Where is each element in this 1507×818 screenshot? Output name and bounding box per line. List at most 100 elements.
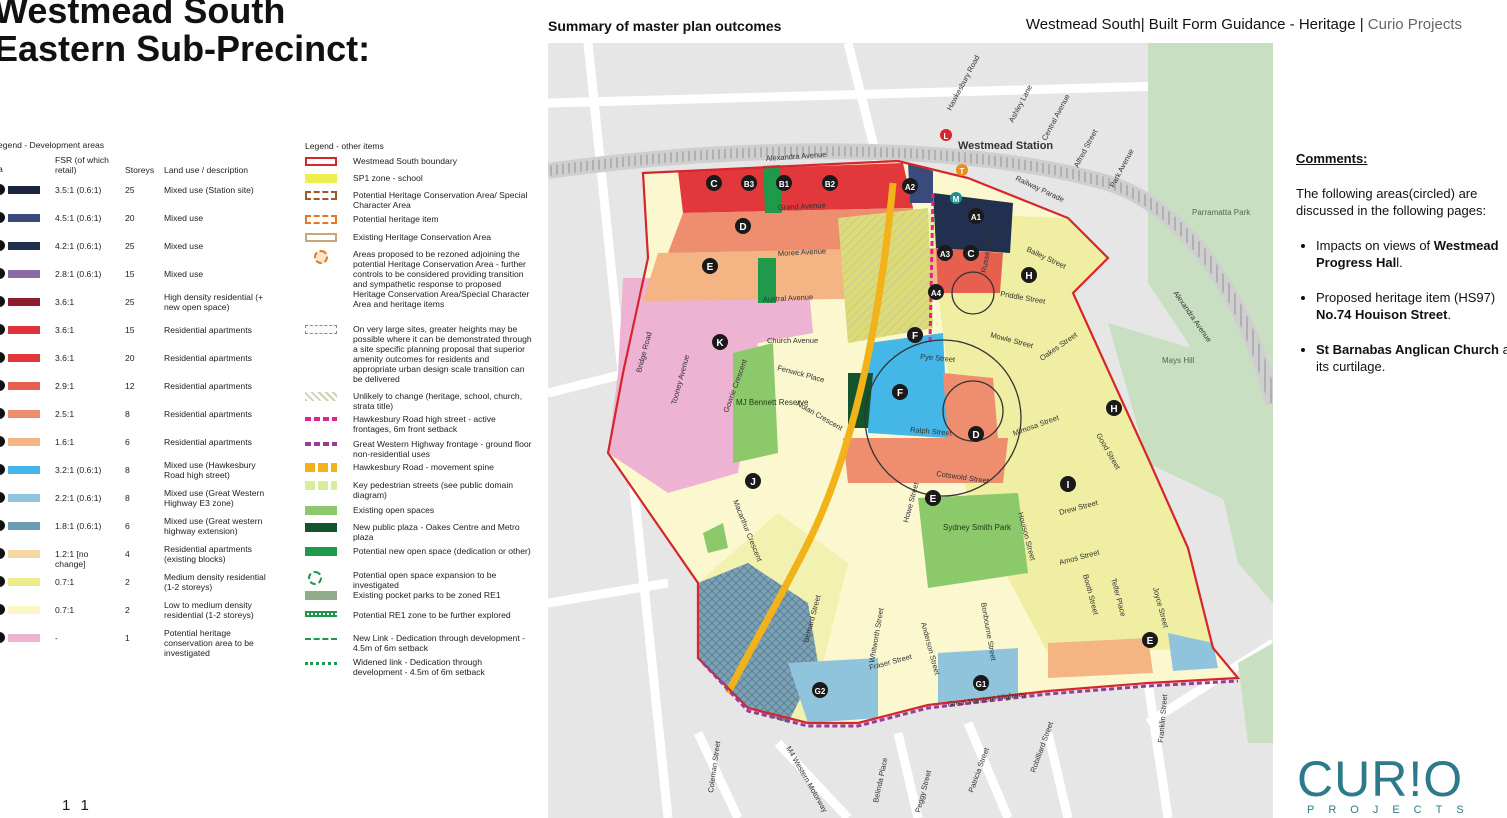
- legend-other-row: Existing pocket parks to be zoned RE1: [305, 590, 540, 602]
- marker-g2: G2: [812, 682, 828, 698]
- header-sep-2: |: [1359, 16, 1364, 33]
- legend-other-text: New Link - Dedication through developmen…: [353, 633, 525, 653]
- legend-other-items: Legend - other items Westmead South boun…: [0, 140, 540, 680]
- legend-other-text: New public plaza - Oakes Centre and Metr…: [353, 522, 520, 542]
- yellow-swatch-icon: [305, 174, 337, 183]
- svg-text:F: F: [912, 331, 918, 342]
- svg-text:B3: B3: [744, 180, 755, 189]
- marker-metro-m: M: [950, 192, 962, 204]
- comment-item-1: Impacts on views of Westmead Progress Ha…: [1316, 237, 1507, 271]
- svg-text:I: I: [1067, 480, 1070, 491]
- marker-h-2: H: [1106, 400, 1122, 416]
- legend-other-row: New Link - Dedication through developmen…: [305, 633, 540, 653]
- svg-text:E: E: [707, 262, 714, 273]
- header-section: Built Form Guidance - Heritage: [1148, 16, 1356, 33]
- marker-b1: B1: [776, 175, 792, 191]
- marker-k: K: [712, 334, 728, 350]
- svg-text:G1: G1: [976, 680, 987, 689]
- arrow-swatch-icon: [305, 638, 337, 640]
- marker-i: I: [1060, 476, 1076, 492]
- legend-other-heading: Legend - other items: [305, 141, 384, 151]
- green-swatch-icon: [305, 506, 337, 515]
- legend-other-row: Potential heritage item: [305, 214, 540, 226]
- dashbrown-swatch-icon: [305, 191, 337, 200]
- marker-c-1: C: [706, 175, 722, 191]
- legend-other-row: Existing Heritage Conservation Area: [305, 232, 540, 244]
- legend-other-text: Widened link - Dedication through develo…: [353, 657, 485, 677]
- svg-text:A1: A1: [971, 213, 982, 222]
- marker-e-1: E: [702, 258, 718, 274]
- label-mays-hill: Mays Hill: [1162, 356, 1195, 365]
- label-parramatta-park: Parramatta Park: [1192, 208, 1251, 217]
- legend-other-row: Unlikely to change (heritage, school, ch…: [305, 391, 540, 411]
- legend-other-text: Hawkesbury Road - movement spine: [353, 462, 494, 472]
- legend-other-text: On very large sites, greater heights may…: [353, 324, 532, 384]
- marker-c-2: C: [963, 245, 979, 261]
- svg-text:M: M: [953, 195, 960, 204]
- legend-other-row: On very large sites, greater heights may…: [305, 324, 540, 384]
- greencircle-swatch-icon: [308, 571, 322, 585]
- marker-j: J: [745, 473, 761, 489]
- svg-text:H: H: [1025, 271, 1032, 282]
- legend-other-row: Areas proposed to be rezoned adjoining t…: [305, 249, 540, 309]
- marker-a2: A2: [902, 178, 918, 194]
- dashorange-swatch-icon: [305, 215, 337, 224]
- map-title: Summary of master plan outcomes: [548, 18, 782, 34]
- legend-other-row: Potential RE1 zone to be further explore…: [305, 610, 540, 622]
- sage-swatch-icon: [305, 591, 337, 600]
- svg-text:B1: B1: [779, 180, 790, 189]
- legend-other-text: SP1 zone - school: [353, 173, 423, 183]
- master-plan-map: C B3 B1 B2 A2 A1 D E A3 C A4 H K F F D H…: [548, 43, 1273, 818]
- legend-other-row: Hawkesbury Road - movement spine: [305, 462, 540, 474]
- curio-logo-mark: CUR!O: [1297, 751, 1462, 807]
- dotline-swatch-icon: [305, 662, 337, 665]
- header-company: Curio Projects: [1367, 16, 1462, 33]
- legend-other-text: Great Western Highway frontage - ground …: [353, 439, 532, 459]
- legend-other-row: Potential new open space (dedication or …: [305, 546, 540, 558]
- tan-swatch-icon: [305, 233, 337, 242]
- marker-e-3: E: [1142, 632, 1158, 648]
- marker-a1: A1: [968, 208, 984, 224]
- legend-other-row: Potential open space expansion to be inv…: [305, 570, 540, 590]
- legend-other-row: Widened link - Dedication through develo…: [305, 657, 540, 677]
- legend-other-text: Existing Heritage Conservation Area: [353, 232, 492, 242]
- legend-other-text: Potential Heritage Conservation Area/ Sp…: [353, 190, 528, 210]
- legend-other-text: Potential heritage item: [353, 214, 439, 224]
- svg-text:C: C: [710, 179, 717, 190]
- svg-text:J: J: [750, 477, 756, 488]
- comments-intro: The following areas(circled) are discuss…: [1296, 186, 1487, 218]
- legend-other-row: Great Western Highway frontage - ground …: [305, 439, 540, 459]
- marker-d-2: D: [968, 426, 984, 442]
- legend-other-text: Potential open space expansion to be inv…: [353, 570, 497, 590]
- zone-residential-e-south: [1048, 638, 1153, 678]
- svg-text:H: H: [1110, 404, 1117, 415]
- svg-text:A3: A3: [940, 250, 951, 259]
- dotted-swatch-icon: [305, 325, 337, 334]
- legend-other-row: Potential Heritage Conservation Area/ Sp…: [305, 190, 540, 210]
- legend-other-text: Hawkesbury Road high street - active fro…: [353, 414, 496, 434]
- marker-g1: G1: [973, 675, 989, 691]
- marker-b2: B2: [822, 175, 838, 191]
- page-title: Westmead South Eastern Sub-Precinct:: [0, 0, 370, 68]
- legend-other-text: Potential new open space (dedication or …: [353, 546, 531, 556]
- comments-panel: Comments: The following areas(circled) a…: [1296, 150, 1507, 393]
- purpledash-swatch-icon: [305, 442, 337, 446]
- yellowdash-swatch-icon: [305, 463, 337, 472]
- legend-other-row: SP1 zone - school: [305, 173, 540, 185]
- marker-f-2: F: [892, 384, 908, 400]
- comment-item-2: Proposed heritage item (HS97) No.74 Houi…: [1316, 289, 1507, 323]
- legend-other-text: Unlikely to change (heritage, school, ch…: [353, 391, 523, 411]
- marker-d-1: D: [735, 218, 751, 234]
- comments-list: Impacts on views of Westmead Progress Ha…: [1296, 237, 1507, 375]
- svg-text:K: K: [716, 338, 724, 349]
- legend-other-text: Areas proposed to be rezoned adjoining t…: [353, 249, 530, 309]
- title-line-1: Westmead South: [0, 0, 286, 31]
- legend-other-row: Key pedestrian streets (see public domai…: [305, 480, 540, 500]
- legend-other-row: Westmead South boundary: [305, 156, 540, 168]
- street-church-avenue: Church Avenue: [767, 336, 818, 345]
- legend-other-row: New public plaza - Oakes Centre and Metr…: [305, 522, 540, 542]
- svg-text:A4: A4: [931, 289, 942, 298]
- pinkdash-swatch-icon: [305, 417, 337, 421]
- greenstripe-swatch-icon: [305, 611, 337, 617]
- comments-heading: Comments:: [1296, 151, 1368, 166]
